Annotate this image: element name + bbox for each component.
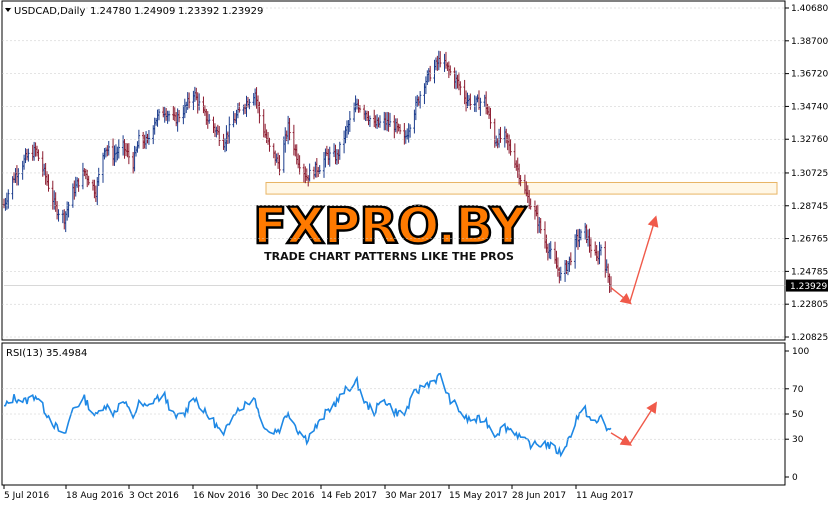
current-price-label: 1.23929 [790, 282, 827, 292]
price-tick-label: 1.28745 [791, 202, 828, 212]
watermark: FXPRO.BY TRADE CHART PATTERNS LIKE THE P… [252, 196, 529, 263]
price-tick-label: 1.32760 [791, 135, 828, 145]
price-tick-label: 1.34740 [791, 102, 828, 112]
x-tick-label: 14 Feb 2017 [321, 491, 377, 501]
x-tick-label: 3 Oct 2016 [129, 491, 179, 501]
rsi-label: RSI(13) 35.4984 [6, 348, 87, 359]
rsi-tick-label: 70 [792, 385, 804, 395]
chart-root: FXPRO.BY TRADE CHART PATTERNS LIKE THE P… [0, 0, 829, 504]
price-pane [1, 0, 786, 341]
x-tick-label: 15 May 2017 [449, 491, 508, 501]
rsi-tick-label: 0 [792, 473, 798, 483]
price-tick-label: 1.20825 [791, 333, 828, 343]
rsi-tick-label: 30 [792, 435, 804, 445]
x-tick-label: 16 Nov 2016 [193, 491, 251, 501]
ohlc-close: 1.23929 [222, 6, 263, 17]
rsi-tick-label: 100 [792, 347, 809, 357]
x-tick-label: 30 Mar 2017 [385, 491, 442, 501]
x-tick-label: 11 Aug 2017 [576, 491, 634, 501]
price-tick-label: 1.40680 [791, 4, 828, 14]
price-tick-label: 1.38700 [791, 37, 828, 47]
price-tick-label: 1.26765 [791, 235, 828, 245]
symbol-label: USDCAD,Daily [14, 6, 85, 17]
x-tick-label: 18 Aug 2016 [66, 491, 124, 501]
chart-svg: FXPRO.BY TRADE CHART PATTERNS LIKE THE P… [1, 0, 828, 501]
rsi-tick-label: 50 [792, 410, 804, 420]
ohlc-low: 1.23392 [178, 6, 219, 17]
ohlc-open: 1.24780 [90, 6, 131, 17]
price-tick-label: 1.22805 [791, 300, 828, 310]
ohlc-high: 1.24909 [134, 6, 175, 17]
price-tick-label: 1.36720 [791, 70, 828, 80]
resistance-zone [265, 181, 778, 195]
price-tick-label: 1.30725 [791, 169, 828, 179]
x-tick-label: 28 Jun 2017 [512, 491, 566, 501]
x-tick-label: 30 Dec 2016 [257, 491, 315, 501]
price-tick-label: 1.24785 [791, 267, 828, 277]
watermark-tagline: TRADE CHART PATTERNS LIKE THE PROS [264, 250, 514, 263]
x-tick-label: 5 Jul 2016 [4, 491, 49, 501]
chart-header: USDCAD,Daily 1.24780 1.24909 1.23392 1.2… [5, 6, 263, 17]
